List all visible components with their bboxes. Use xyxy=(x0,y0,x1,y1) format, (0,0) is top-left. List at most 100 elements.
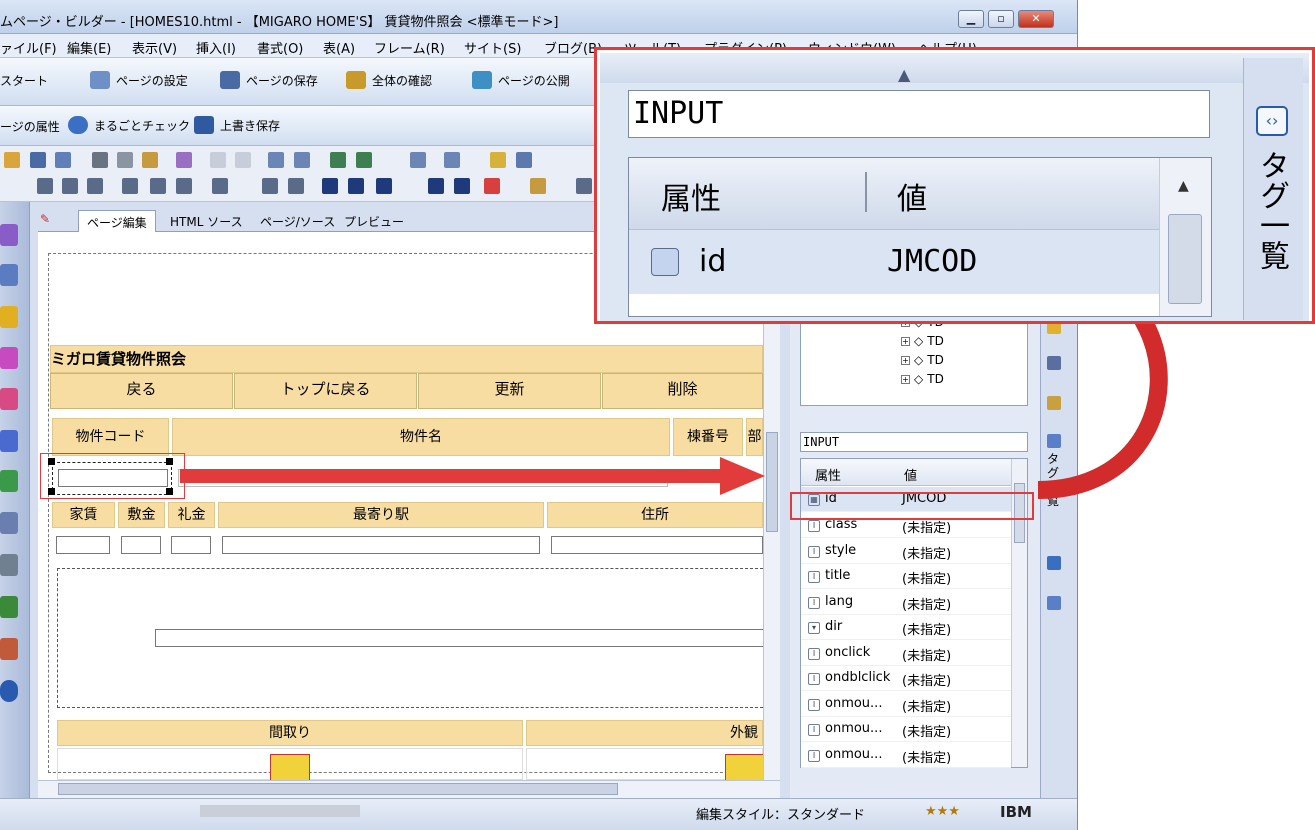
italic-icon[interactable] xyxy=(348,178,364,194)
attribute-row[interactable]: Ionmou... (未指定) xyxy=(801,692,1011,717)
tool-7-icon[interactable] xyxy=(0,470,18,492)
attribute-row[interactable]: Ionmou... (未指定) xyxy=(801,743,1011,768)
publish-button[interactable]: ページの公開 xyxy=(472,71,570,89)
tool-11-icon[interactable] xyxy=(0,638,18,660)
eraser-icon[interactable] xyxy=(176,152,192,168)
frame-icon[interactable] xyxy=(410,152,426,168)
key-money-input[interactable] xyxy=(171,536,211,554)
attr-value[interactable]: (未指定) xyxy=(902,696,951,715)
style-icon[interactable] xyxy=(1047,556,1061,570)
redo-icon[interactable] xyxy=(235,152,251,168)
attribute-row[interactable]: Ionclick (未指定) xyxy=(801,641,1011,666)
tree-item-td[interactable]: + ◇TD xyxy=(901,353,944,367)
menu-file[interactable]: ァイル(F) xyxy=(0,38,57,57)
attribute-row[interactable]: Ilang (未指定) xyxy=(801,590,1011,615)
start-button[interactable]: スタート xyxy=(0,72,48,89)
zoom-attribute-row[interactable]: id JMCOD xyxy=(629,230,1159,294)
rent-input[interactable] xyxy=(56,536,110,554)
attr-value[interactable]: (未指定) xyxy=(902,747,951,766)
cut-icon[interactable] xyxy=(92,152,108,168)
close-button[interactable]: ✕ xyxy=(1018,10,1054,28)
settings-panel-icon[interactable] xyxy=(1047,596,1061,610)
expand-icon[interactable]: + xyxy=(901,336,910,346)
zoom-attr-value[interactable]: JMCOD xyxy=(887,244,977,279)
maximize-button[interactable]: ▫ xyxy=(988,10,1014,28)
back-button[interactable]: 戻る xyxy=(50,373,233,409)
attribute-row[interactable]: Ionmou... (未指定) xyxy=(801,717,1011,742)
overwrite-save-button[interactable]: 上書き保存 xyxy=(194,116,280,134)
highlight-icon[interactable] xyxy=(530,178,546,194)
attr-value[interactable]: (未指定) xyxy=(902,594,951,613)
address-input[interactable] xyxy=(551,536,763,554)
tab-page-source[interactable]: ページ/ソース xyxy=(260,213,335,230)
attribute-row[interactable]: Ititle (未指定) xyxy=(801,564,1011,589)
attribute-row[interactable]: Istyle (未指定) xyxy=(801,539,1011,564)
valign-top-icon[interactable] xyxy=(122,178,138,194)
attr-value[interactable]: (未指定) xyxy=(902,568,951,587)
attr-value[interactable]: (未指定) xyxy=(902,721,951,740)
tool-5-icon[interactable] xyxy=(0,388,18,410)
bold-icon[interactable] xyxy=(322,178,338,194)
top-button[interactable]: トップに戻る xyxy=(234,373,417,409)
paste-icon[interactable] xyxy=(142,152,158,168)
font-color-icon[interactable] xyxy=(484,178,500,194)
tree-item-td[interactable]: + ◇TD xyxy=(901,334,944,348)
list-icon[interactable] xyxy=(212,178,228,194)
tool-8-icon[interactable] xyxy=(0,512,18,534)
station-input[interactable] xyxy=(222,536,540,554)
attr-value[interactable]: (未指定) xyxy=(902,670,951,689)
save-all-icon[interactable] xyxy=(55,152,71,168)
image2-icon[interactable] xyxy=(356,152,372,168)
zoom-scroll-thumb[interactable] xyxy=(1168,214,1202,304)
menu-format[interactable]: 書式(O) xyxy=(257,38,303,57)
undo-icon[interactable] xyxy=(210,152,226,168)
menu-site[interactable]: サイト(S) xyxy=(464,38,521,57)
indent-icon[interactable] xyxy=(262,178,278,194)
open-icon[interactable] xyxy=(4,152,20,168)
minimize-button[interactable]: ▁ xyxy=(958,10,984,28)
copy-icon[interactable] xyxy=(117,152,133,168)
page-properties-button[interactable]: ージの属性 xyxy=(0,118,60,135)
menu-insert[interactable]: 挿入(I) xyxy=(196,38,236,57)
font-size-down-icon[interactable] xyxy=(454,178,470,194)
tab-html-source[interactable]: HTML ソース xyxy=(170,213,243,230)
menu-frame[interactable]: フレーム(R) xyxy=(374,38,445,57)
tool-12-icon[interactable] xyxy=(0,680,18,702)
delete-button[interactable]: 削除 xyxy=(602,373,763,409)
align-right-icon[interactable] xyxy=(87,178,103,194)
full-check-button[interactable]: まるごとチェック xyxy=(68,116,190,134)
picture-icon[interactable] xyxy=(516,152,532,168)
tag-name-field[interactable]: INPUT xyxy=(800,432,1028,452)
collapse-up-icon[interactable]: ▲ xyxy=(898,65,910,84)
tool-2-icon[interactable] xyxy=(0,264,18,286)
align-center-icon[interactable] xyxy=(62,178,78,194)
menu-view[interactable]: 表示(V) xyxy=(132,38,177,57)
scroll-up-icon[interactable]: ▲ xyxy=(1178,178,1189,194)
attribute-row[interactable]: ▾ dir (未指定) xyxy=(801,615,1011,640)
edit2-icon[interactable] xyxy=(294,152,310,168)
attr-value[interactable]: (未指定) xyxy=(902,543,951,562)
menu-edit[interactable]: 編集(E) xyxy=(67,38,111,57)
image-icon[interactable] xyxy=(330,152,346,168)
zoom-scrollbar[interactable]: ▲ xyxy=(1159,158,1211,316)
editor-horizontal-scrollbar[interactable] xyxy=(38,780,780,798)
zoom-tag-name-field[interactable]: INPUT xyxy=(628,90,1210,138)
zoom-tag-list-tab[interactable]: タグ一覧 xyxy=(1254,150,1289,270)
valign-middle-icon[interactable] xyxy=(150,178,166,194)
table-icon[interactable] xyxy=(576,178,592,194)
tool-6-icon[interactable] xyxy=(0,430,18,452)
tree-item-td[interactable]: + ◇TD xyxy=(901,372,944,386)
menu-table[interactable]: 表(A) xyxy=(323,38,355,57)
tool-4-icon[interactable] xyxy=(0,347,18,369)
pen-icon[interactable] xyxy=(490,152,506,168)
strike-icon[interactable] xyxy=(376,178,392,194)
link-icon[interactable] xyxy=(444,152,460,168)
page-settings-button[interactable]: ページの設定 xyxy=(90,71,188,89)
deposit-input[interactable] xyxy=(121,536,161,554)
page-save-button[interactable]: ページの保存 xyxy=(220,71,318,89)
align-left-icon[interactable] xyxy=(37,178,53,194)
attr-value[interactable]: (未指定) xyxy=(902,619,951,638)
tab-preview[interactable]: プレビュー xyxy=(344,213,404,230)
tool-9-icon[interactable] xyxy=(0,554,18,576)
expand-icon[interactable]: + xyxy=(901,374,910,384)
